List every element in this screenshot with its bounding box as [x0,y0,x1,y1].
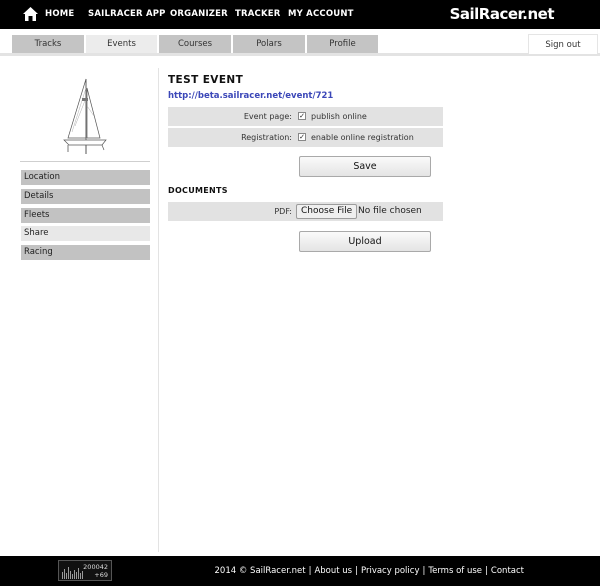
footer-link-terms[interactable]: Terms of use [428,566,482,576]
upload-button[interactable]: Upload [299,231,431,252]
sidebar-item-racing[interactable]: Racing [21,245,150,260]
visitor-counter[interactable]: 200042 +69 [58,560,112,581]
save-button[interactable]: Save [299,156,431,177]
copyright-text: 2014 © SailRacer.net [214,566,306,576]
sign-out-button[interactable]: Sign out [528,34,598,54]
footer-link-contact[interactable]: Contact [491,566,524,576]
nav-organizer[interactable]: ORGANIZER [170,9,228,19]
counter-values: 200042 +69 [83,563,108,579]
sailboat-icon [63,78,107,154]
pdf-row: PDF: Choose File No file chosen [168,202,443,221]
enable-registration-label[interactable]: enable online registration [311,128,414,147]
counter-total: 200042 [83,563,108,571]
footer-links: 2014 © SailRacer.net | About us | Privacy po… [215,566,524,576]
traffic-graph-icon [62,567,83,579]
nav-home[interactable]: HOME [45,9,74,19]
footer-separator: | [422,566,426,576]
footer-separator: | [355,566,358,576]
top-nav: HOME SAILRACER APP ORGANIZER TRACKER MY … [0,0,600,29]
counter-delta: +69 [94,571,108,579]
sidebar-item-share[interactable]: Share [21,226,150,241]
enable-registration-checkbox[interactable]: ✓ [298,133,306,141]
choose-file-button[interactable]: Choose File [296,204,358,219]
tab-polars[interactable]: Polars [233,35,305,53]
sidebar-item-details[interactable]: Details [21,189,150,204]
documents-heading: DOCUMENTS [168,186,228,195]
sailracer-logo[interactable]: SailRacer.net [450,5,555,23]
footer-link-about[interactable]: About us [314,566,352,576]
tab-courses[interactable]: Courses [159,35,231,53]
event-page-label: Event page: [243,112,292,121]
sidebar-item-fleets[interactable]: Fleets [21,208,150,223]
sidebar: Location Details Fleets Share Racing [12,68,159,552]
footer: 200042 +69 2014 © SailRacer.net | About us… [0,556,600,586]
sidebar-item-location[interactable]: Location [21,170,150,185]
page-title: TEST EVENT [168,74,244,86]
tab-profile[interactable]: Profile [307,35,378,53]
footer-link-privacy[interactable]: Privacy policy [361,566,420,576]
footer-separator: | [485,566,488,576]
nav-sailracer-app[interactable]: SAILRACER APP [88,9,166,19]
home-icon[interactable] [22,6,39,22]
footer-separator: | [308,566,312,576]
publish-online-checkbox[interactable]: ✓ [298,112,306,120]
registration-label: Registration: [241,133,292,142]
tab-events[interactable]: Events [86,35,157,53]
nav-tracker[interactable]: TRACKER [235,9,281,19]
registration-row: Registration: ✓ enable online registrati… [168,128,443,147]
pdf-label: PDF: [274,207,292,216]
sidebar-divider [20,161,150,162]
tab-bar: Tracks Events Courses Polars Profile Sig… [0,33,600,56]
event-page-row: Event page: ✓ publish online [168,107,443,126]
nav-my-account[interactable]: MY ACCOUNT [288,9,354,19]
file-status: No file chosen [358,206,422,216]
tab-tracks[interactable]: Tracks [12,35,84,53]
event-url-link[interactable]: http://beta.sailracer.net/event/721 [168,91,333,101]
publish-online-label[interactable]: publish online [311,107,367,126]
